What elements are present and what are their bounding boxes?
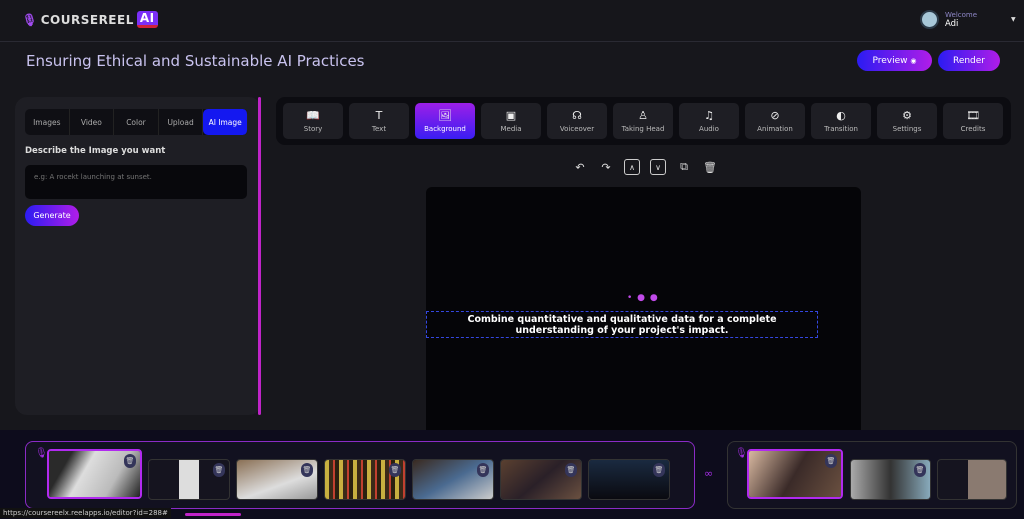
generate-button[interactable]: Generate — [25, 205, 79, 226]
mic-icon: 🎙 — [735, 448, 748, 459]
tool-talking-head[interactable]: ♙ Taking Head — [613, 103, 673, 139]
preview-button[interactable]: Preview ◉ — [857, 50, 932, 71]
tool-voiceover[interactable]: ☊ Voiceover — [547, 103, 607, 139]
status-url: https://coursereelx.reelapps.io/editor?i… — [0, 508, 171, 518]
person-icon: ♙ — [638, 108, 648, 122]
film-icon: 🎞 — [966, 108, 980, 122]
panel-scrollbar[interactable] — [258, 97, 261, 415]
trash-icon[interactable]: 🗑 — [825, 454, 837, 468]
trash-icon[interactable]: 🗑 — [213, 463, 225, 477]
video-canvas[interactable] — [426, 187, 861, 430]
voiceover-icon: ☊ — [572, 108, 582, 122]
left-panel — [15, 97, 261, 415]
settings-icon: ⚙ — [902, 108, 912, 122]
timeline-scrollbar[interactable] — [185, 513, 241, 516]
scene-thumbnail[interactable]: 🗑 — [412, 459, 494, 500]
trash-icon[interactable]: 🗑 — [653, 463, 665, 477]
trash-icon[interactable]: 🗑 — [301, 463, 313, 477]
animation-icon: ⊘ — [770, 108, 780, 122]
caption-text-box[interactable]: Combine quantitative and qualitative dat… — [426, 311, 818, 338]
avatar — [920, 10, 939, 29]
trash-icon[interactable]: 🗑 — [565, 463, 577, 477]
prompt-label: Describe the Image you want — [25, 146, 166, 156]
trash-icon[interactable]: 🗑 — [914, 463, 926, 477]
tab-ai-image[interactable]: AI Image — [203, 109, 248, 135]
eye-icon: ◉ — [910, 56, 917, 65]
tab-upload[interactable]: Upload — [159, 109, 204, 135]
text-icon: T — [375, 108, 383, 122]
background-source-tabs: Images Video Color Upload AI Image — [25, 109, 248, 135]
tool-text[interactable]: T Text — [349, 103, 409, 139]
tool-settings[interactable]: ⚙ Settings — [877, 103, 937, 139]
user-name: Adi — [945, 18, 959, 29]
scene-thumbnail[interactable]: 🗑 — [148, 459, 230, 500]
tool-story[interactable]: 📖 Story — [283, 103, 343, 139]
tool-animation[interactable]: ⊘ Animation — [745, 103, 805, 139]
mic-icon: 🎙 — [35, 448, 48, 459]
book-icon: 📖 — [306, 108, 320, 122]
logo[interactable]: 🎙 COURSEREEL AI — [22, 11, 158, 28]
scene-thumbnail[interactable]: 🗑 — [324, 459, 406, 500]
scene-thumbnail[interactable]: 🗑 — [747, 449, 843, 499]
tool-credits[interactable]: 🎞 Credits — [943, 103, 1003, 139]
move-down-icon[interactable]: ∨ — [650, 159, 666, 175]
scene-thumbnail[interactable]: 🗑 — [588, 459, 670, 500]
canvas-actions: ↶ ↷ ∧ ∨ ⧉ 🗑 — [572, 159, 718, 175]
trash-icon[interactable]: 🗑 — [702, 159, 718, 175]
music-icon: ♫ — [704, 108, 714, 122]
scene-thumbnail[interactable]: 🗑 — [850, 459, 931, 500]
image-prompt-input[interactable] — [25, 165, 247, 199]
chevron-down-icon[interactable]: ▼ — [1011, 16, 1016, 23]
tab-color[interactable]: Color — [114, 109, 159, 135]
page-title: Ensuring Ethical and Sustainable AI Prac… — [26, 52, 365, 70]
tab-video[interactable]: Video — [70, 109, 115, 135]
editor-toolbar: 📖 Story T Text 🖼 Background ▣ Media ☊ Voiceov… — [276, 97, 1011, 145]
user-menu[interactable]: Welcome Adi ▼ — [920, 10, 1016, 29]
tool-audio[interactable]: ♫ Audio — [679, 103, 739, 139]
tab-images[interactable]: Images — [25, 109, 70, 135]
image-stack-icon: 🖼 — [438, 108, 452, 122]
render-button[interactable]: Render — [938, 50, 1000, 71]
media-icon: ▣ — [505, 108, 517, 122]
scene-thumbnail[interactable]: 🗑 — [500, 459, 582, 500]
redo-icon[interactable]: ↷ — [598, 159, 614, 175]
scene-thumbnail[interactable]: 🗑 — [47, 449, 142, 499]
trash-icon[interactable]: 🗑 — [477, 463, 489, 477]
move-up-icon[interactable]: ∧ — [624, 159, 640, 175]
scene-thumbnail[interactable]: 🗑 — [236, 459, 318, 500]
logo-text: COURSEREEL — [40, 12, 134, 27]
loading-spinner-icon: • ● ● — [627, 293, 659, 303]
welcome-label: Welcome — [945, 10, 978, 19]
duplicate-icon[interactable]: ⧉ — [676, 159, 692, 175]
undo-icon[interactable]: ↶ — [572, 159, 588, 175]
scene-thumbnail[interactable] — [937, 459, 1007, 500]
trash-icon[interactable]: 🗑 — [124, 454, 136, 468]
tool-background[interactable]: 🖼 Background — [415, 103, 475, 139]
logo-badge: AI — [136, 11, 158, 28]
mic-logo-icon: 🎙 — [22, 12, 38, 27]
trash-icon[interactable]: 🗑 — [389, 463, 401, 477]
transition-icon: ◐ — [836, 108, 846, 122]
tool-media[interactable]: ▣ Media — [481, 103, 541, 139]
tool-transition[interactable]: ◐ Transition — [811, 103, 871, 139]
link-icon[interactable]: ∞ — [704, 467, 713, 480]
